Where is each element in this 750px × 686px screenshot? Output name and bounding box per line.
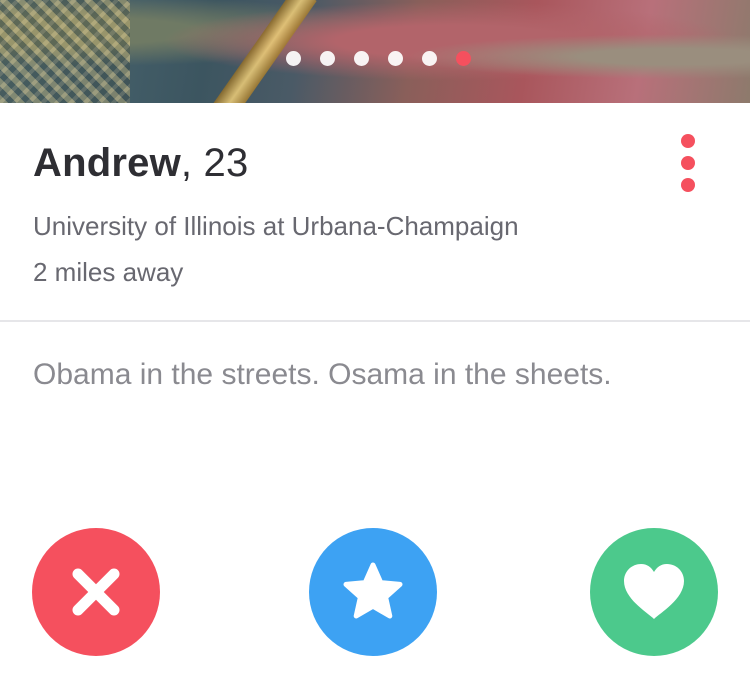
photo-indicator-dot[interactable] (353, 51, 369, 66)
heart-icon (624, 564, 684, 619)
profile-bio: Obama in the streets. Osama in the sheet… (33, 358, 612, 391)
profile-distance: 2 miles away (33, 257, 184, 287)
profile-school: University of Illinois at Urbana-Champai… (33, 211, 519, 241)
photo-indicator-dot-active[interactable] (455, 51, 471, 66)
profile-photo[interactable] (0, 0, 750, 103)
photo-indicator-dot[interactable] (387, 51, 403, 66)
photo-indicator-dot[interactable] (421, 51, 437, 66)
photo-indicator-dot[interactable] (285, 51, 301, 66)
star-icon (343, 562, 403, 619)
photo-indicator-dot[interactable] (319, 51, 335, 66)
photo-pagination (0, 51, 750, 67)
profile-age: , 23 (180, 141, 249, 185)
profile-heading: Andrew, 23 (33, 141, 248, 186)
profile-name: Andrew (33, 141, 181, 185)
section-divider (0, 320, 750, 322)
like-button[interactable] (590, 528, 718, 656)
super-like-button[interactable] (309, 528, 437, 656)
vertical-ellipsis-dot (681, 156, 695, 170)
nope-button[interactable] (32, 528, 160, 656)
vertical-ellipsis-icon (681, 134, 695, 148)
close-icon (72, 568, 120, 616)
vertical-ellipsis-dot (681, 178, 695, 192)
more-options-button[interactable] (672, 130, 704, 196)
